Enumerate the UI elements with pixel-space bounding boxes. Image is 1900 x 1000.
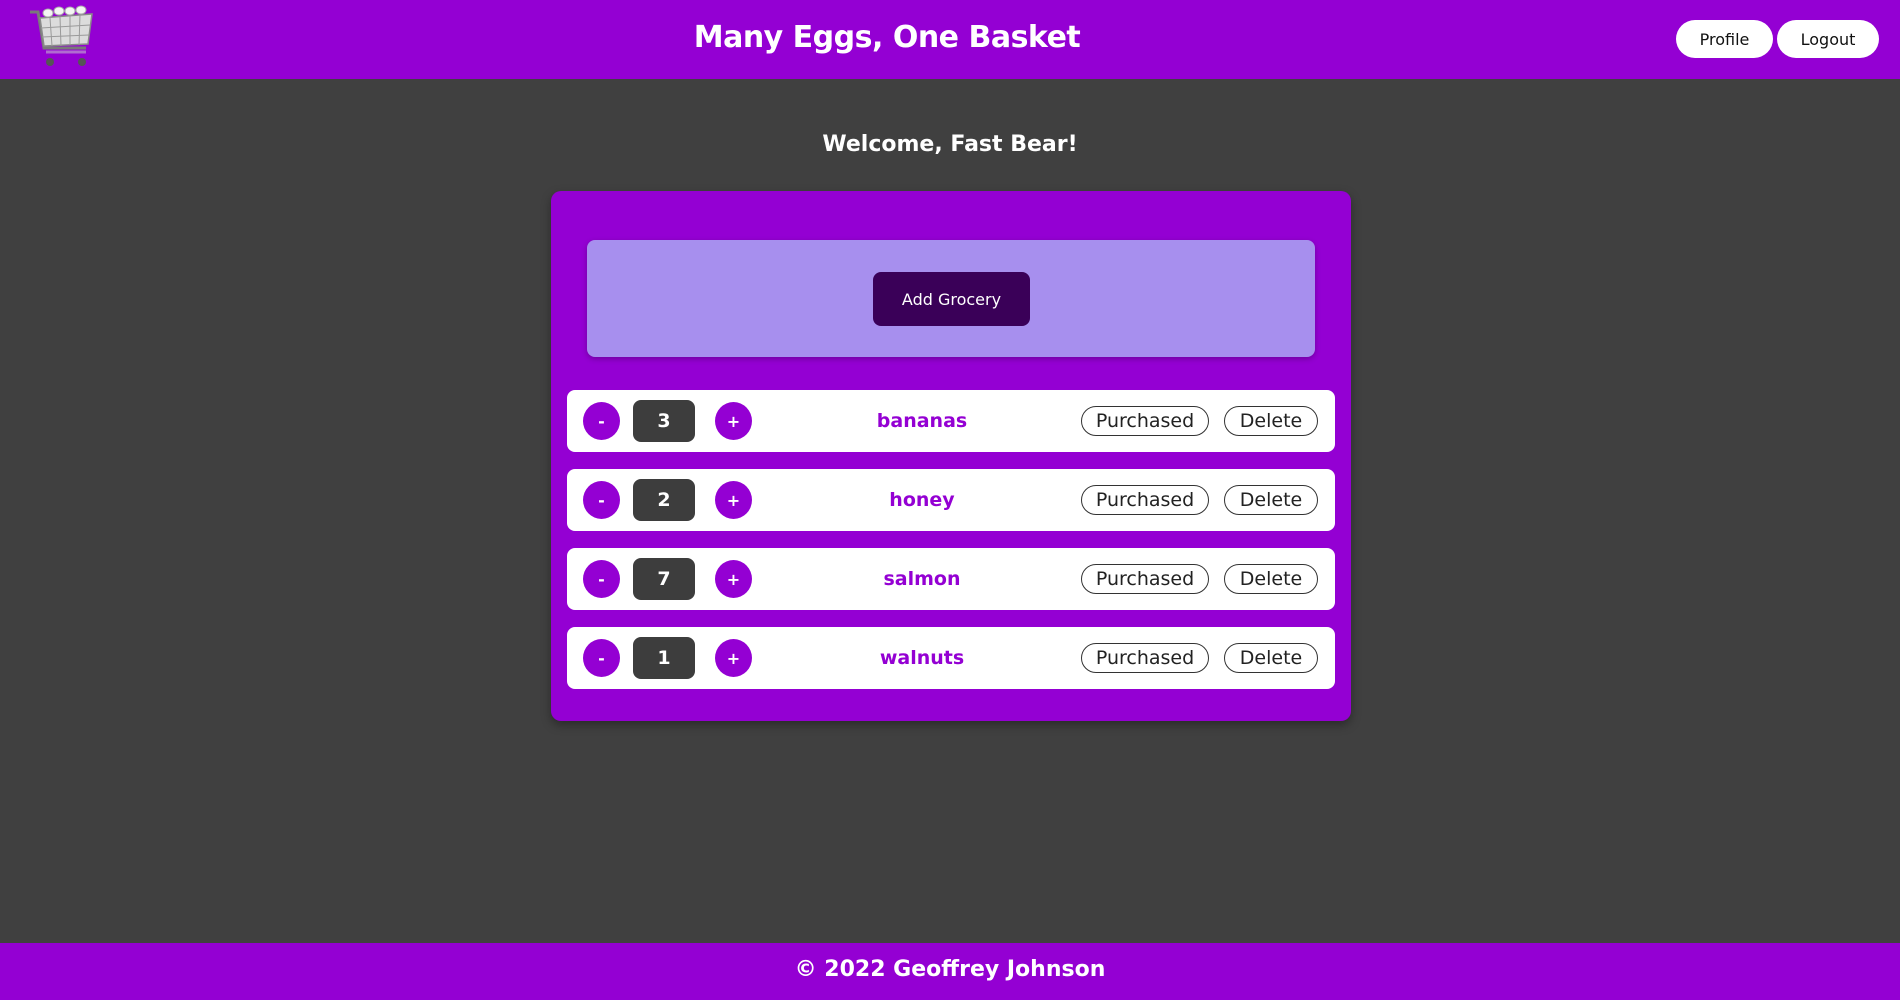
decrement-button[interactable]: - <box>583 402 620 440</box>
quantity-value: 1 <box>633 637 695 679</box>
app-header: Many Eggs, One Basket Profile Logout <box>0 0 1900 79</box>
decrement-button[interactable]: - <box>583 639 620 677</box>
decrement-button[interactable]: - <box>583 481 620 519</box>
quantity-value: 3 <box>633 400 695 442</box>
grocery-list: - 3 + bananas Purchased Delete - 2 + hon… <box>567 390 1335 706</box>
grocery-name: salmon <box>883 568 961 590</box>
delete-button[interactable]: Delete <box>1224 485 1318 515</box>
grocery-name: bananas <box>876 410 968 432</box>
app-title: Many Eggs, One Basket <box>693 20 1081 55</box>
decrement-button[interactable]: - <box>583 560 620 598</box>
app-footer: © 2022 Geoffrey Johnson <box>0 943 1900 1000</box>
copyright-text: © 2022 Geoffrey Johnson <box>794 957 1106 982</box>
delete-button[interactable]: Delete <box>1224 564 1318 594</box>
welcome-message: Welcome, Fast Bear! <box>822 132 1078 157</box>
add-grocery-area: Add Grocery <box>587 240 1315 357</box>
increment-button[interactable]: + <box>715 481 752 519</box>
increment-button[interactable]: + <box>715 560 752 598</box>
purchased-button[interactable]: Purchased <box>1081 564 1209 594</box>
grocery-item: - 1 + walnuts Purchased Delete <box>567 627 1335 689</box>
purchased-button[interactable]: Purchased <box>1081 485 1209 515</box>
grocery-name: walnuts <box>879 647 965 669</box>
quantity-value: 7 <box>633 558 695 600</box>
grocery-item: - 2 + honey Purchased Delete <box>567 469 1335 531</box>
delete-button[interactable]: Delete <box>1224 406 1318 436</box>
grocery-panel: Add Grocery - 3 + bananas Purchased Dele… <box>551 191 1351 721</box>
grocery-name: honey <box>889 489 955 511</box>
quantity-value: 2 <box>633 479 695 521</box>
increment-button[interactable]: + <box>715 402 752 440</box>
delete-button[interactable]: Delete <box>1224 643 1318 673</box>
logout-button[interactable]: Logout <box>1777 20 1879 58</box>
purchased-button[interactable]: Purchased <box>1081 643 1209 673</box>
grocery-item: - 3 + bananas Purchased Delete <box>567 390 1335 452</box>
add-grocery-button[interactable]: Add Grocery <box>873 272 1030 326</box>
purchased-button[interactable]: Purchased <box>1081 406 1209 436</box>
increment-button[interactable]: + <box>715 639 752 677</box>
profile-button[interactable]: Profile <box>1676 20 1773 58</box>
grocery-item: - 7 + salmon Purchased Delete <box>567 548 1335 610</box>
